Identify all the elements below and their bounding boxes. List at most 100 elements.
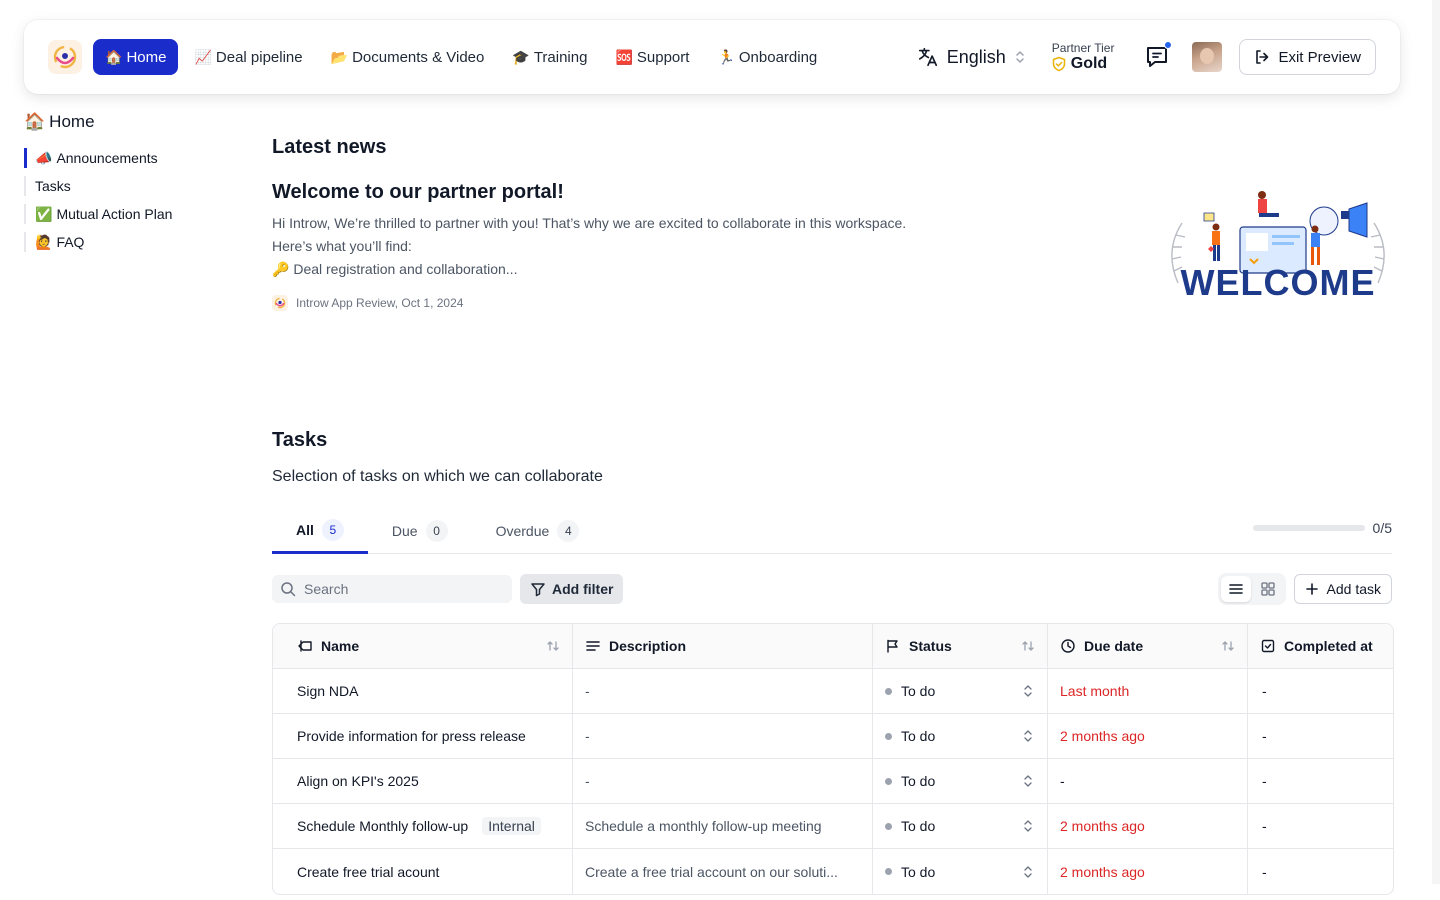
user-avatar[interactable] [1192, 42, 1223, 72]
task-due-date[interactable]: 2 months ago [1048, 849, 1248, 894]
task-status[interactable]: To do [873, 759, 1048, 804]
column-header-name[interactable]: Name [273, 624, 573, 669]
task-due-date[interactable]: 2 months ago [1048, 804, 1248, 849]
status-select[interactable]: To do [885, 818, 1033, 834]
text-align-icon [586, 641, 600, 651]
tasks-heading: Tasks [272, 429, 328, 451]
sort-icon[interactable] [546, 639, 560, 653]
column-header-label: Description [609, 638, 687, 654]
sort-icon[interactable] [1021, 639, 1035, 653]
status-label: To do [901, 728, 936, 744]
task-due-date[interactable]: - [1048, 759, 1248, 804]
task-due-date[interactable]: 2 months ago [1048, 714, 1248, 759]
status-select[interactable]: To do [885, 728, 1033, 744]
tab-overdue[interactable]: Overdue 4 [472, 508, 604, 553]
nav-onboarding[interactable]: 🏃 Onboarding [705, 39, 829, 75]
tab-due[interactable]: Due 0 [368, 508, 472, 553]
search-input[interactable] [304, 581, 494, 597]
column-header-description[interactable]: Description [573, 624, 873, 669]
table-row[interactable]: Schedule Monthly follow-up Internal Sched… [273, 804, 1393, 849]
status-label: To do [901, 818, 936, 834]
top-navigation: 🏠 Home 📈 Deal pipeline 📂 Documents & Vid… [24, 20, 1400, 94]
plus-icon [1305, 583, 1318, 595]
task-description[interactable]: - [573, 759, 873, 804]
task-description[interactable]: Schedule a monthly follow-up meeting [573, 804, 873, 849]
brand-logo-icon [272, 295, 288, 311]
nav-documents-video-label: Documents & Video [352, 48, 485, 66]
brand-logo[interactable] [48, 40, 82, 74]
runner-icon: 🏃 [717, 48, 735, 65]
search-icon [281, 582, 296, 597]
sidebar-item-faq[interactable]: 🙋 FAQ [24, 232, 224, 252]
task-status[interactable]: To do [873, 804, 1048, 849]
sort-icon[interactable] [1221, 639, 1235, 653]
task-name-text: Provide information for press release [297, 728, 526, 744]
column-header-due-date[interactable]: Due date [1048, 624, 1248, 669]
add-filter-button[interactable]: Add filter [520, 574, 624, 604]
task-name[interactable]: Sign NDA [273, 669, 573, 714]
house-icon: 🏠 [24, 112, 46, 131]
task-name-text: Create free trial acount [297, 863, 440, 880]
partner-tier: Partner Tier Gold [1052, 41, 1115, 73]
shield-check-icon [1052, 56, 1066, 72]
task-name[interactable]: Create free trial acount [273, 849, 573, 894]
column-header-completed-at[interactable]: Completed at [1248, 624, 1393, 669]
table-row[interactable]: Align on KPI's 2025 - To do - - [273, 759, 1393, 804]
grid-view-button[interactable] [1253, 576, 1283, 602]
task-status[interactable]: To do [873, 714, 1048, 759]
translate-icon [918, 47, 937, 67]
task-description[interactable]: - [573, 669, 873, 714]
task-status[interactable]: To do [873, 669, 1048, 714]
task-description[interactable]: Create a free trial account on our solut… [573, 849, 873, 894]
status-select[interactable]: To do [885, 773, 1033, 789]
add-filter-label: Add filter [552, 581, 614, 597]
sidebar-item-tasks[interactable]: Tasks [24, 176, 224, 196]
status-select[interactable]: To do [885, 683, 1033, 699]
news-card[interactable]: Welcome to our partner portal! Hi Introw… [272, 181, 1392, 371]
table-row[interactable]: Sign NDA - To do Last month - [273, 669, 1393, 714]
nav-onboarding-label: Onboarding [738, 48, 818, 66]
task-name[interactable]: Schedule Monthly follow-up Internal [273, 804, 573, 849]
column-header-status[interactable]: Status [873, 624, 1048, 669]
sidebar-item-mutual-action-plan[interactable]: ✅ Mutual Action Plan [24, 204, 224, 224]
exit-preview-button[interactable]: Exit Preview [1239, 39, 1376, 75]
nav-home[interactable]: 🏠 Home [93, 39, 179, 75]
page-scrollbar[interactable] [1432, 0, 1440, 884]
status-select[interactable]: To do [885, 864, 1033, 880]
sidebar-item-label: Announcements [56, 150, 158, 166]
column-header-label: Due date [1084, 638, 1144, 654]
task-due-date[interactable]: Last month [1048, 669, 1248, 714]
task-name[interactable]: Align on KPI's 2025 [273, 759, 573, 804]
messages-button[interactable] [1144, 41, 1173, 70]
table-row[interactable]: Create free trial acount Create a free t… [273, 849, 1393, 894]
task-description[interactable]: - [573, 714, 873, 759]
status-label: To do [901, 683, 936, 699]
task-status[interactable]: To do [873, 849, 1048, 894]
nav-training[interactable]: 🎓 Training [500, 39, 599, 75]
status-dot [885, 868, 892, 875]
internal-tag: Internal [482, 817, 541, 835]
partner-tier-label: Partner Tier [1051, 41, 1115, 55]
nav-deal-pipeline[interactable]: 📈 Deal pipeline [182, 39, 314, 75]
status-label: To do [901, 863, 936, 880]
sidebar-item-announcements[interactable]: 📣 Announcements [24, 148, 224, 168]
partner-tier-value-row: Gold [1052, 55, 1115, 73]
sidebar-title[interactable]: 🏠 Home [24, 112, 224, 132]
search-box[interactable] [272, 575, 512, 603]
tag-icon [298, 640, 312, 652]
filter-icon [531, 583, 545, 597]
tab-all[interactable]: All 5 [272, 508, 368, 554]
partner-tier-value: Gold [1070, 55, 1108, 72]
clock-icon [1061, 639, 1075, 653]
checkbox-checked-icon [1261, 639, 1275, 653]
task-name[interactable]: Provide information for press release [273, 714, 573, 759]
view-toggle [1217, 573, 1286, 605]
nav-documents-video[interactable]: 📂 Documents & Video [319, 39, 497, 75]
column-header-label: Completed at [1284, 638, 1373, 654]
table-row[interactable]: Provide information for press release - … [273, 714, 1393, 759]
list-view-button[interactable] [1220, 576, 1251, 602]
nav-support-label: Support [636, 48, 690, 66]
nav-support[interactable]: 🆘 Support [603, 39, 701, 75]
language-select[interactable]: English [917, 46, 1026, 68]
add-task-button[interactable]: Add task [1293, 574, 1392, 604]
